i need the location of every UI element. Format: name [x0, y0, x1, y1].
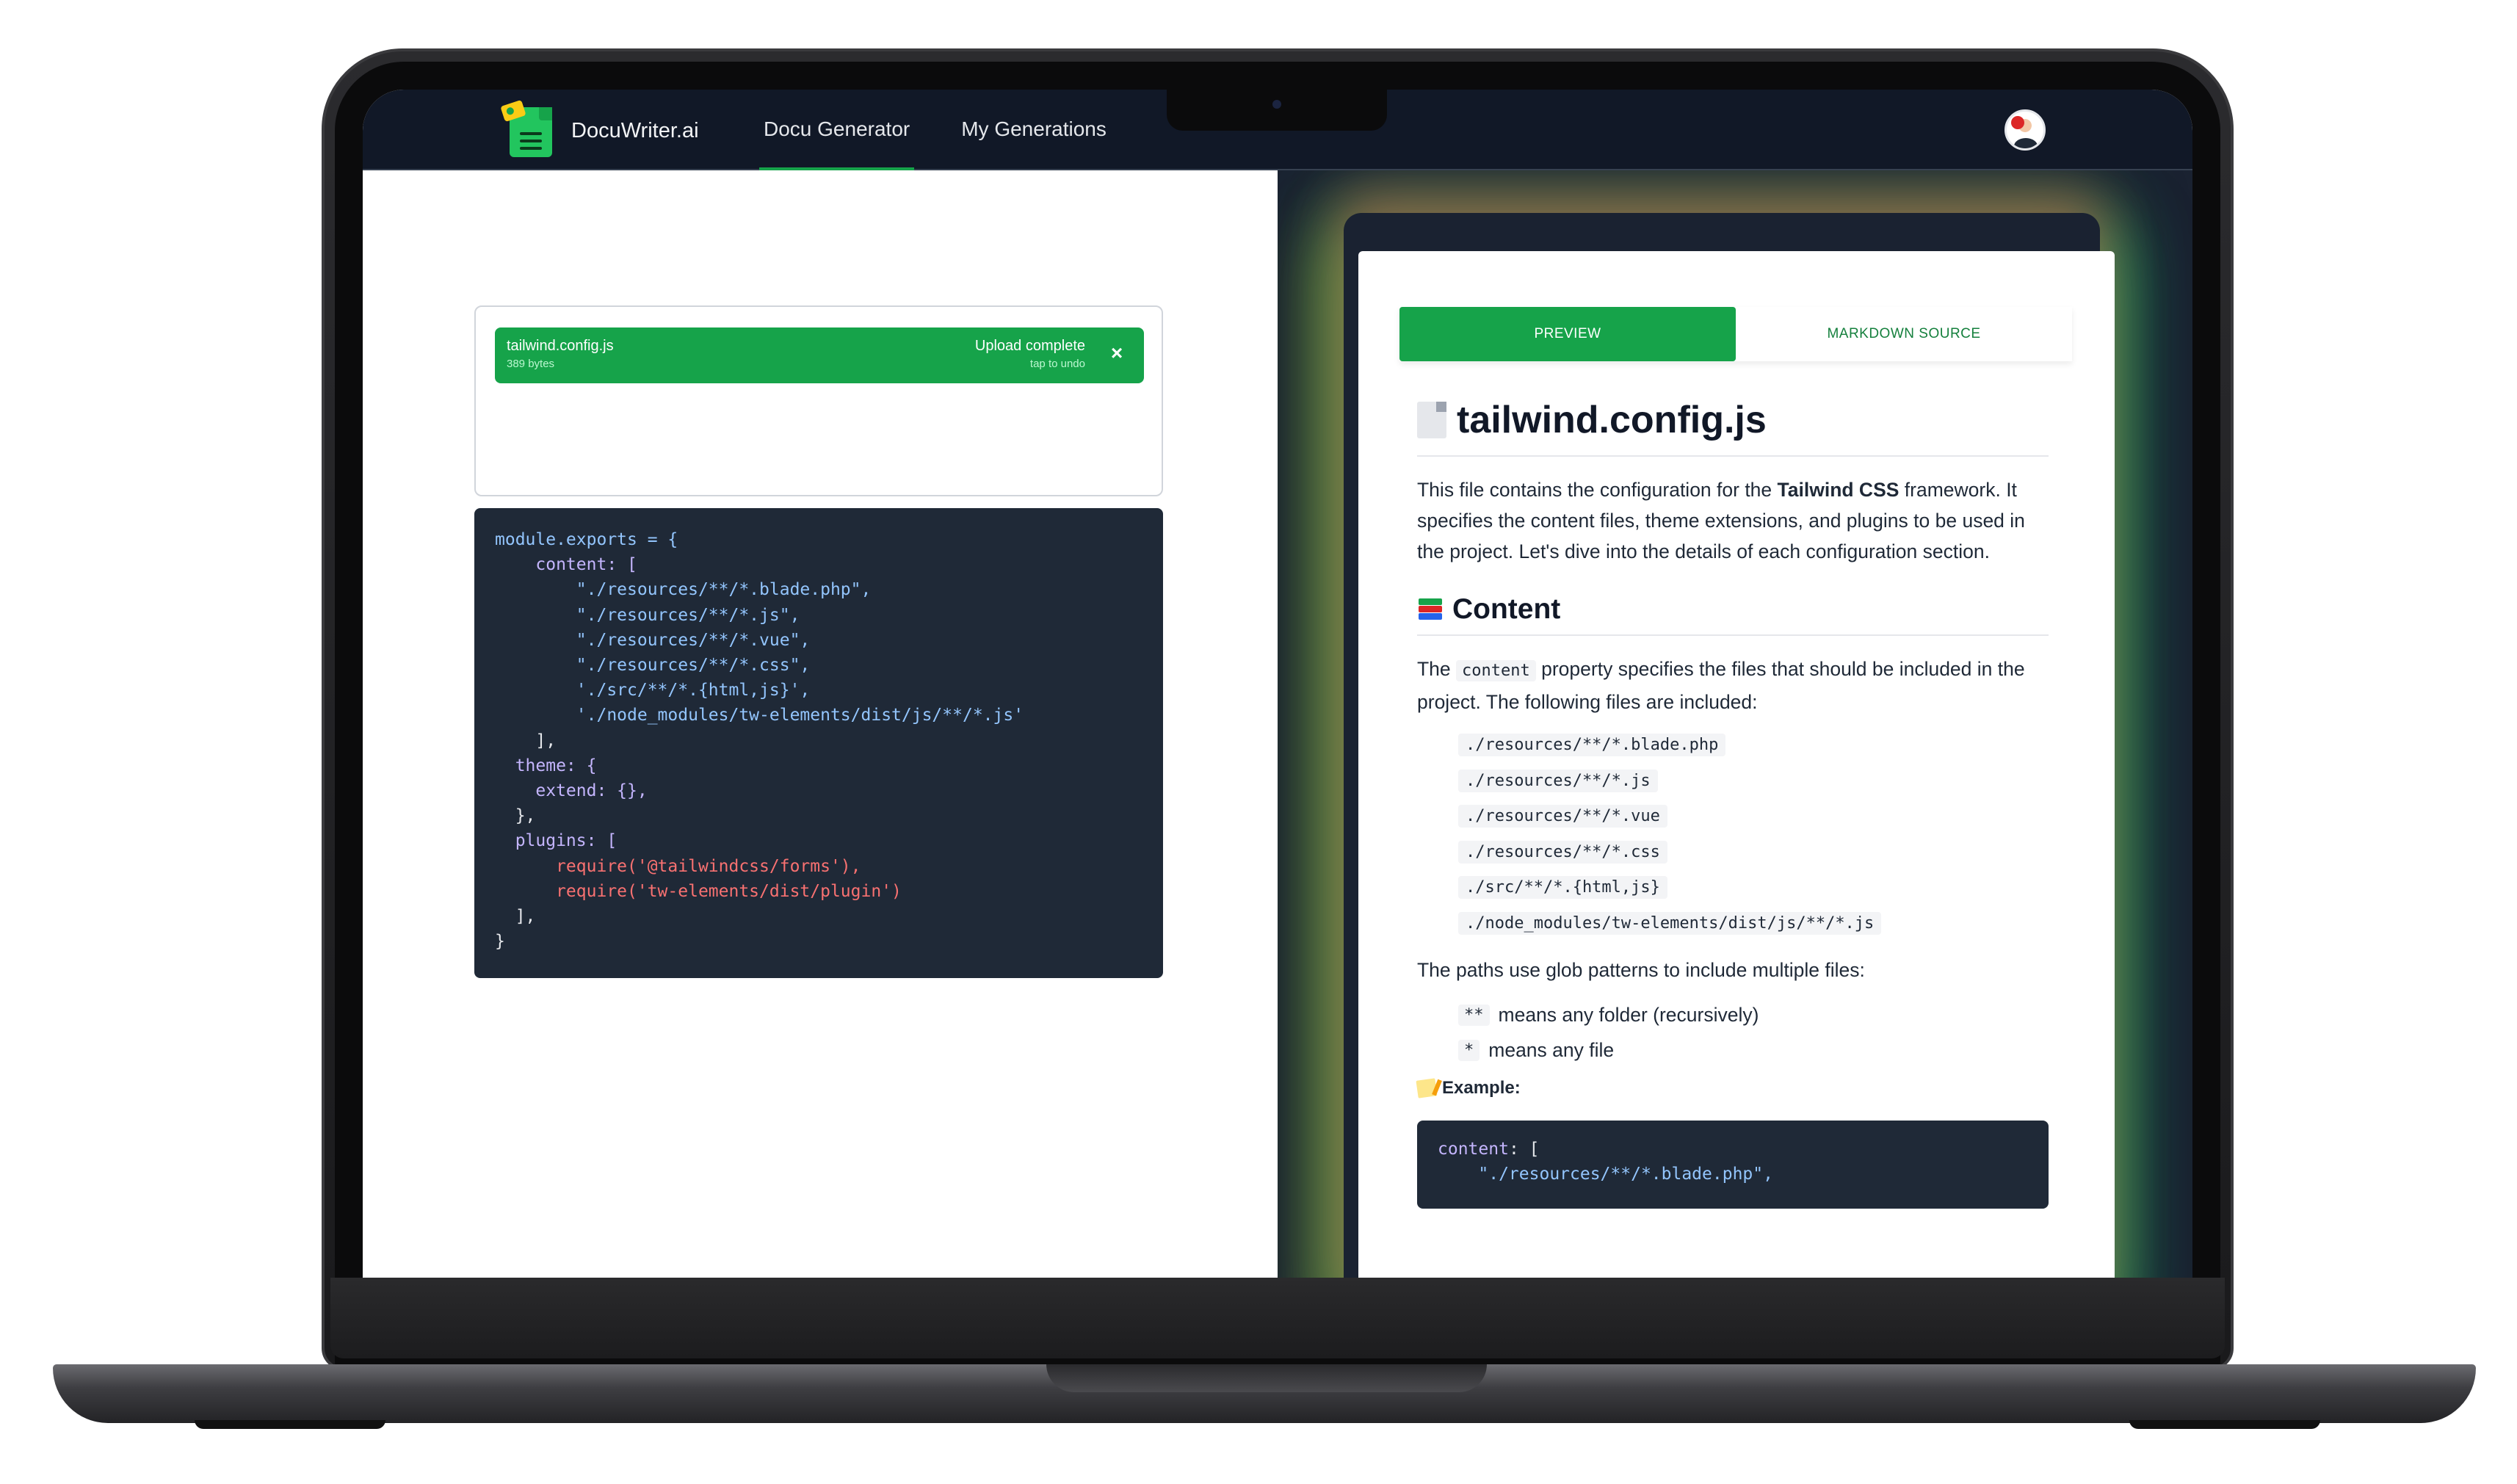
uploaded-file-item: tailwind.config.js 389 bytes Upload comp… [495, 327, 1144, 383]
glob-text: means any folder (recursively) [1498, 1003, 1759, 1026]
nav-links: Docu Generator My Generations [759, 90, 1154, 170]
glob-text: means any file [1488, 1038, 1615, 1061]
example-code-block: content: [ "./resources/**/*.blade.php", [1417, 1121, 2049, 1209]
code-line: content: [ [495, 555, 637, 575]
code-line: './src/**/*.{html,js}', [495, 681, 811, 701]
user-avatar[interactable] [2004, 109, 2046, 151]
right-panel: PREVIEW MARKDOWN SOURCE tailwind.config.… [1278, 170, 2192, 1278]
code-line: require('@tailwindcss/forms'), [495, 856, 861, 876]
code-line: "./resources/**/*.blade.php", [495, 580, 872, 600]
example-label-text: Example: [1442, 1078, 1521, 1098]
code-line: extend: {}, [495, 781, 648, 801]
upload-file-size: 389 bytes [507, 358, 555, 370]
tab-preview[interactable]: PREVIEW [1399, 307, 1736, 361]
nav-docu-generator[interactable]: Docu Generator [759, 90, 915, 170]
docuwriter-logo-icon [500, 99, 555, 159]
glob-list: ** means any folder (recursively) * means … [1458, 997, 2049, 1068]
upload-filename: tailwind.config.js [507, 338, 614, 354]
inline-code: content [1456, 660, 1536, 681]
code-line: } [495, 932, 505, 952]
code-line: plugins: [ [495, 831, 618, 851]
glob-intro: The paths use glob patterns to include m… [1417, 959, 1865, 981]
laptop-chin [330, 1278, 2225, 1358]
code-line: ], [495, 731, 557, 750]
page-icon [1417, 402, 1446, 438]
list-item: ./node_modules/tw-elements/dist/js/**/*.… [1458, 911, 1882, 935]
laptop-foot-right [2129, 1420, 2320, 1429]
code-line: require('tw-elements/dist/plugin') [495, 881, 902, 901]
code-line: "./resources/**/*.vue", [495, 630, 811, 650]
brand-link[interactable]: DocuWriter.ai [500, 99, 699, 159]
doc-title: tailwind.config.js [1417, 398, 2049, 457]
documentation-content: tailwind.config.js This file contains th… [1416, 398, 2049, 1209]
code-line: './node_modules/tw-elements/dist/js/**/*… [495, 706, 1024, 725]
preview-tabs: PREVIEW MARKDOWN SOURCE [1399, 307, 2072, 361]
code-line: theme: { [495, 756, 597, 775]
list-item: ./resources/**/*.vue [1458, 805, 1667, 828]
code-token: : [ [1508, 1140, 1540, 1159]
memo-icon [1416, 1078, 1438, 1098]
section-heading-content: Content [1417, 593, 2049, 636]
camera-notch [1167, 90, 1387, 131]
file-upload-dropzone[interactable]: tailwind.config.js 389 bytes Upload comp… [474, 305, 1163, 496]
code-line: "./resources/**/*.css", [495, 656, 811, 676]
nav-my-generations[interactable]: My Generations [957, 90, 1111, 169]
intro-text: This file contains the configuration for… [1417, 479, 1778, 501]
brand-name: DocuWriter.ai [571, 118, 699, 142]
section-heading-text: Content [1452, 593, 1561, 625]
intro-bold: Tailwind CSS [1777, 479, 1899, 501]
example-label: Example: [1416, 1078, 2049, 1098]
list-item: ./resources/**/*.css [1458, 840, 1667, 864]
inline-code: * [1458, 1039, 1480, 1061]
doc-title-text: tailwind.config.js [1457, 399, 1767, 441]
path-list: ./resources/**/*.blade.php ./resources/*… [1458, 734, 2049, 947]
books-icon [1417, 597, 1444, 622]
documentation-preview-card: PREVIEW MARKDOWN SOURCE tailwind.config.… [1358, 251, 2115, 1278]
code-line: ], [495, 907, 536, 927]
code-line: "./resources/**/*.blade.php", [1438, 1165, 1773, 1184]
upload-undo-hint[interactable]: tap to undo [1030, 358, 1085, 370]
left-panel: tailwind.config.js 389 bytes Upload comp… [363, 170, 1278, 1278]
close-icon[interactable]: × [1106, 342, 1128, 364]
list-item: ./resources/**/*.blade.php [1458, 734, 1726, 756]
list-item: * means any file [1458, 1032, 2049, 1068]
screen: DocuWriter.ai Docu Generator My Generati… [363, 90, 2192, 1278]
code-token: content [1438, 1140, 1509, 1159]
upload-status: Upload complete [974, 338, 1085, 354]
source-code-block: module.exports = { content: [ "./resourc… [474, 508, 1163, 978]
code-line: "./resources/**/*.js", [495, 605, 800, 625]
laptop-opening-notch [1046, 1364, 1487, 1392]
inline-code: ** [1458, 1004, 1490, 1026]
list-item: ./resources/**/*.js [1458, 769, 1658, 792]
laptop-foot-left [195, 1420, 385, 1429]
code-line: }, [495, 806, 536, 826]
tab-markdown-source[interactable]: MARKDOWN SOURCE [1736, 307, 2072, 361]
content-paragraph: The content property specifies the files… [1417, 654, 2049, 717]
content-text: The [1417, 658, 1457, 680]
code-line: module.exports = { [495, 530, 678, 549]
camera-icon [1272, 100, 1281, 109]
intro-paragraph: This file contains the configuration for… [1417, 474, 2049, 567]
list-item: ** means any folder (recursively) [1458, 997, 2049, 1032]
list-item: ./src/**/*.{html,js} [1458, 876, 1667, 899]
